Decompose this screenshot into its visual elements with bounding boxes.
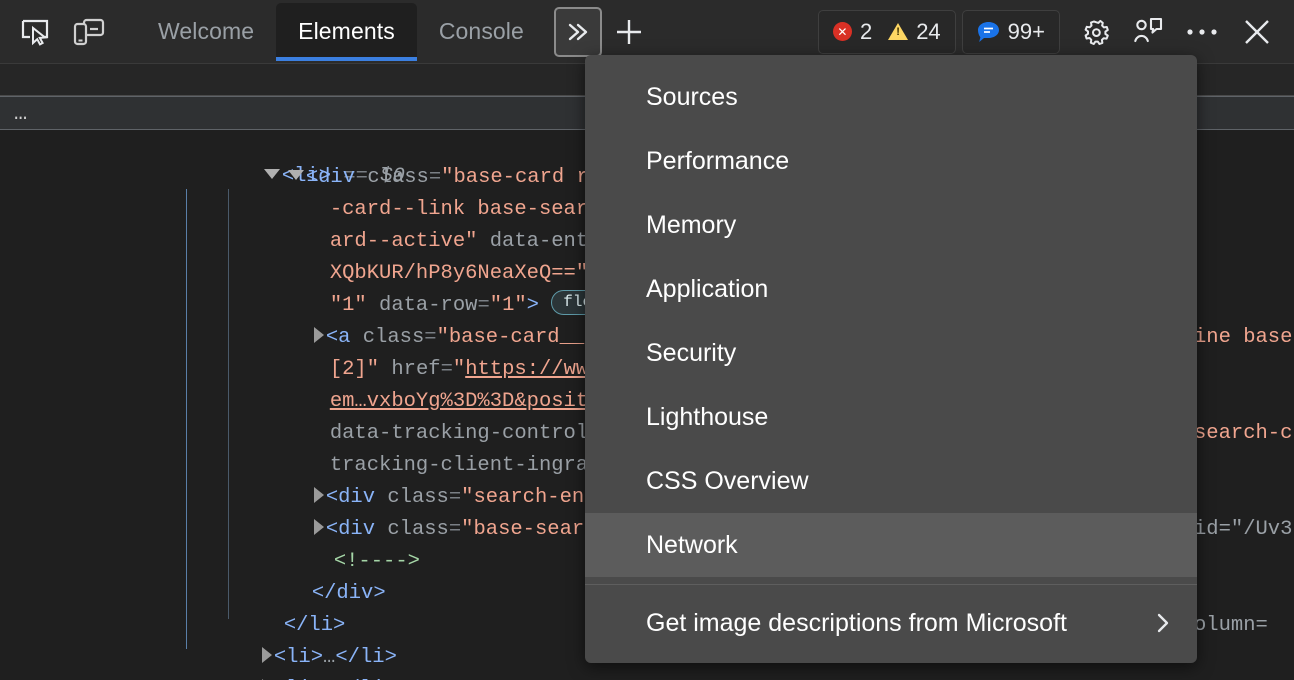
tab-label: Welcome bbox=[158, 18, 255, 44]
plus-icon bbox=[616, 19, 641, 44]
error-count: 2 bbox=[859, 18, 873, 44]
inspect-element-icon[interactable] bbox=[14, 12, 56, 52]
more-panels-menu[interactable]: Sources Performance Memory Application S… bbox=[585, 55, 1197, 663]
menu-item-network[interactable]: Network bbox=[585, 513, 1197, 577]
more-panels-button[interactable] bbox=[553, 6, 602, 57]
add-panel-button[interactable] bbox=[602, 10, 656, 54]
close-icon[interactable] bbox=[1230, 12, 1284, 52]
menu-item-css-overview[interactable]: CSS Overview bbox=[585, 449, 1197, 513]
menu-item-performance[interactable]: Performance bbox=[585, 129, 1197, 193]
menu-item-application[interactable]: Application bbox=[585, 257, 1197, 321]
menu-item-label: Performance bbox=[646, 146, 790, 175]
toolbar-right-icons bbox=[1070, 12, 1294, 52]
menu-item-label: Security bbox=[646, 338, 737, 367]
tab-console[interactable]: Console bbox=[417, 3, 546, 61]
hidden-nodes-badge[interactable]: … bbox=[14, 103, 30, 125]
menu-item-label: Application bbox=[646, 274, 769, 303]
menu-item-label: Network bbox=[646, 530, 738, 559]
issues-count: 99+ bbox=[1007, 18, 1045, 44]
dom-fragment: ine base bbox=[1194, 326, 1293, 349]
devtools-window: <ul class="jobs-search__result … <li> ==… bbox=[0, 0, 1294, 680]
dom-right-fragments: ine base search-c id="/Uv3 olumn= o-0 z-… bbox=[1194, 64, 1294, 680]
feedback-icon[interactable] bbox=[1122, 12, 1174, 52]
dom-fragment: olumn= bbox=[1194, 614, 1268, 637]
chevron-double-right-icon bbox=[568, 23, 588, 40]
dom-line[interactable]: <li>…</li> bbox=[0, 674, 1294, 680]
menu-divider bbox=[585, 584, 1197, 585]
ellipsis-icon[interactable] bbox=[1174, 12, 1230, 52]
menu-item-label: CSS Overview bbox=[646, 466, 809, 495]
menu-item-lighthouse[interactable]: Lighthouse bbox=[585, 385, 1197, 449]
dom-fragment: search-c bbox=[1194, 422, 1293, 445]
dom-fragment: id="/Uv3 bbox=[1194, 518, 1293, 541]
warning-badge[interactable]: 24 bbox=[888, 18, 941, 44]
menu-item-label: Sources bbox=[646, 82, 738, 111]
tab-elements[interactable]: Elements bbox=[276, 2, 417, 61]
tab-label: Console bbox=[438, 18, 524, 44]
issues-badge[interactable]: 99+ bbox=[961, 9, 1060, 54]
issues-item[interactable]: 99+ bbox=[977, 18, 1045, 44]
error-icon: ✕ bbox=[832, 22, 852, 41]
error-badge[interactable]: ✕ 2 bbox=[832, 18, 873, 44]
menu-item-get-image-descriptions[interactable]: Get image descriptions from Microsoft bbox=[585, 591, 1197, 655]
menu-item-security[interactable]: Security bbox=[585, 321, 1197, 385]
menu-item-memory[interactable]: Memory bbox=[585, 193, 1197, 257]
menu-item-label: Memory bbox=[646, 210, 737, 239]
issues-speech-bubble-icon bbox=[977, 21, 999, 42]
chevron-right-icon bbox=[1153, 608, 1173, 638]
tab-welcome[interactable]: Welcome bbox=[136, 3, 276, 61]
menu-item-label: Lighthouse bbox=[646, 402, 769, 431]
device-toolbar-icon[interactable] bbox=[68, 12, 110, 52]
tab-label: Elements bbox=[298, 18, 395, 44]
menu-item-label: Get image descriptions from Microsoft bbox=[646, 608, 1067, 637]
warning-count: 24 bbox=[916, 18, 941, 44]
errors-warnings-badge[interactable]: ✕ 2 24 bbox=[817, 9, 956, 54]
warning-icon bbox=[888, 23, 909, 40]
menu-item-sources[interactable]: Sources bbox=[585, 65, 1197, 129]
gear-icon[interactable] bbox=[1070, 12, 1122, 52]
